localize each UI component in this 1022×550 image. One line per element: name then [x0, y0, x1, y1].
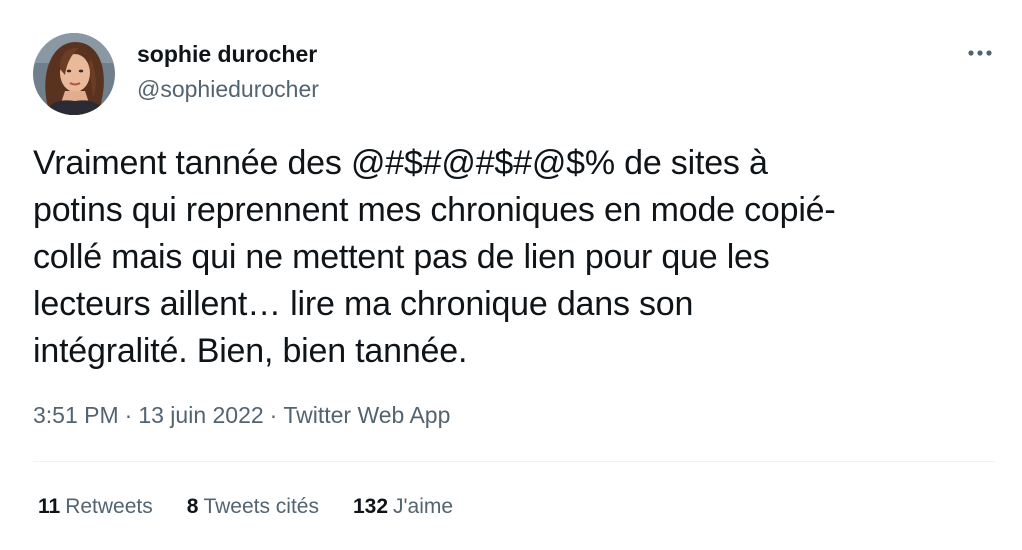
quote-tweets-label: Tweets cités: [203, 495, 319, 518]
tweet-meta: 3:51 PM · 13 juin 2022 · Twitter Web App: [33, 400, 450, 430]
tweet-date[interactable]: 13 juin 2022: [138, 402, 263, 428]
tweet-text-line: collé mais qui ne mettent pas de lien po…: [33, 238, 770, 276]
meta-separator: ·: [124, 402, 133, 428]
user-handle[interactable]: @sophiedurocher: [137, 75, 319, 103]
avatar-image: [33, 33, 115, 115]
tweet-time[interactable]: 3:51 PM: [33, 402, 119, 428]
tweet-text-line: potins qui reprennent mes chroniques en …: [33, 191, 836, 229]
retweets-label: Retweets: [65, 495, 153, 518]
tweet-text-line: intégralité. Bien, bien tannée.: [33, 332, 468, 370]
display-name[interactable]: sophie durocher: [137, 40, 317, 68]
divider: [33, 461, 995, 462]
tweet-source[interactable]: Twitter Web App: [283, 402, 450, 428]
more-dots-icon: [968, 50, 992, 56]
quote-tweets-count: 8: [186, 495, 199, 518]
tweet-stats: 11 Retweets 8 Tweets cités 132 J'aime: [38, 492, 487, 522]
retweets-stat[interactable]: 11 Retweets: [38, 492, 153, 522]
retweets-count: 11: [38, 495, 61, 518]
tweet-text-line: lecteurs aillent… lire ma chronique dans…: [33, 285, 694, 323]
quote-tweets-stat[interactable]: 8 Tweets cités: [187, 492, 319, 522]
meta-separator: ·: [269, 402, 278, 428]
likes-count: 132: [352, 495, 389, 518]
likes-label: J'aime: [393, 495, 454, 518]
tweet-card: sophie durocher @sophiedurocher Vraiment…: [0, 0, 1022, 550]
tweet-text: Vraiment tannée des @#$#@#$#@$% de sites…: [33, 140, 993, 375]
more-options-button[interactable]: [958, 38, 1002, 68]
likes-stat[interactable]: 132 J'aime: [353, 492, 453, 522]
avatar[interactable]: [33, 33, 115, 115]
tweet-text-line: Vraiment tannée des @#$#@#$#@$% de sites…: [33, 144, 768, 182]
